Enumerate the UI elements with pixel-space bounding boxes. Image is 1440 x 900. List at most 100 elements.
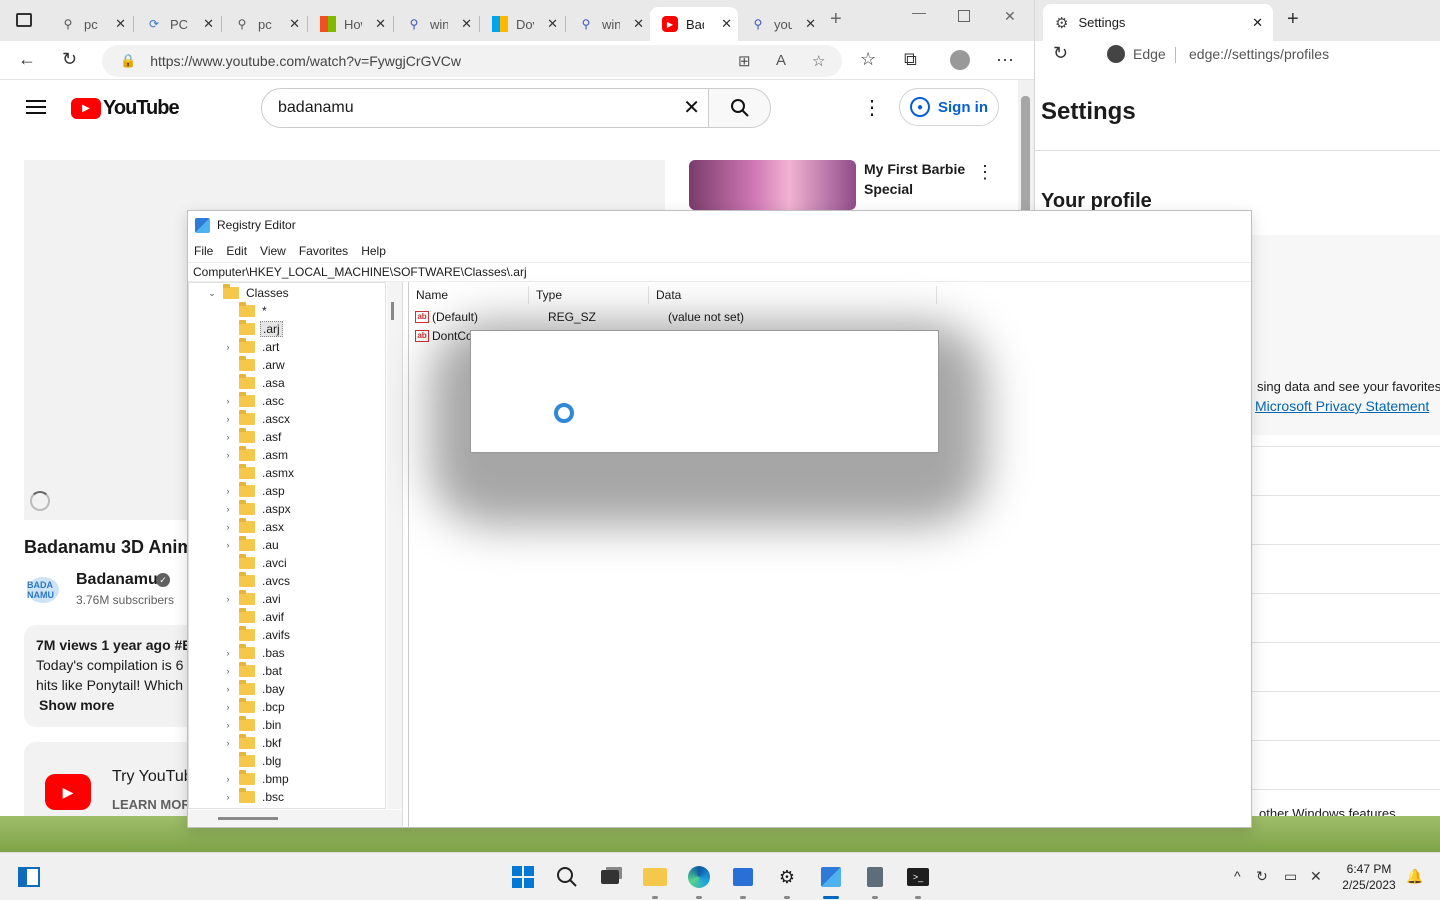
tab-7[interactable]: ⚲ win ✕ (566, 7, 650, 41)
tree-key-item[interactable]: .arj (223, 320, 283, 338)
favorites-icon[interactable]: ☆ (860, 49, 876, 70)
hamburger-menu-icon[interactable] (26, 100, 46, 114)
new-tab-icon[interactable]: + (830, 8, 842, 31)
channel-name[interactable]: Badanamu (76, 571, 158, 589)
volume-muted-icon[interactable]: ✕ (1310, 868, 1322, 885)
tree-key-item[interactable]: › .bay (223, 680, 287, 698)
network-icon[interactable]: ▭ (1284, 868, 1297, 885)
close-icon[interactable]: ✕ (547, 16, 558, 32)
chevron-right-icon[interactable]: › (223, 540, 233, 550)
menu-view[interactable]: View (260, 244, 286, 258)
tree-key-item[interactable]: › .au (223, 536, 281, 554)
chevron-right-icon[interactable]: › (223, 720, 233, 730)
learn-more-link[interactable]: LEARN MOR (112, 797, 191, 812)
collections-icon[interactable]: ⧉ (904, 49, 917, 70)
tree-key-item[interactable]: › .aspx (223, 500, 293, 518)
close-icon[interactable]: ✕ (721, 16, 732, 32)
tree-key-item[interactable]: › .asp (223, 482, 287, 500)
tab-3[interactable]: ⚲ pc h ✕ (222, 7, 306, 41)
menu-help[interactable]: Help (361, 244, 386, 258)
edge-icon[interactable] (686, 864, 712, 890)
close-icon[interactable]: ✕ (1252, 15, 1263, 31)
search-input[interactable]: badanamu ✕ (261, 88, 709, 128)
privacy-statement-link[interactable]: Microsoft Privacy Statement (1255, 398, 1429, 414)
task-view-icon[interactable] (597, 864, 623, 890)
chevron-right-icon[interactable]: › (223, 342, 233, 352)
tree-key-item[interactable]: › .bmp (223, 770, 291, 788)
refresh-icon[interactable]: ↻ (1053, 43, 1068, 64)
tree-key-item[interactable]: * (223, 302, 269, 320)
chevron-right-icon[interactable]: › (223, 738, 233, 748)
notifications-icon[interactable]: 🔔 (1406, 868, 1423, 885)
tree-scrollbar[interactable] (387, 282, 402, 809)
search-button[interactable] (708, 88, 771, 128)
close-icon[interactable]: ✕ (375, 16, 386, 32)
search-icon[interactable] (554, 864, 580, 890)
column-name[interactable]: Name (409, 286, 529, 304)
chevron-right-icon[interactable]: › (223, 504, 233, 514)
tree-key-item[interactable]: .asmx (223, 464, 296, 482)
calculator-icon[interactable] (862, 864, 888, 890)
tree-key-item[interactable]: › .ascx (223, 410, 292, 428)
close-icon[interactable]: ✕ (289, 16, 300, 32)
tree-key-item[interactable]: .arw (223, 356, 287, 374)
tab-1[interactable]: ⚲ pc h ✕ (48, 7, 132, 41)
chevron-right-icon[interactable]: › (223, 396, 233, 406)
chevron-right-icon[interactable]: › (223, 774, 233, 784)
tree-key-item[interactable]: › .bcp (223, 698, 287, 716)
registry-editor-icon[interactable] (818, 864, 844, 890)
title-bar[interactable]: Registry Editor (188, 211, 1251, 239)
tree-key-item[interactable]: › .bas (223, 644, 287, 662)
close-icon[interactable]: ✕ (115, 16, 126, 32)
chevron-right-icon[interactable]: › (223, 702, 233, 712)
column-data[interactable]: Data (649, 286, 937, 304)
tree-key-item[interactable]: › .bkf (223, 734, 283, 752)
tree-key-item[interactable]: › .bin (223, 716, 283, 734)
tree-horizontal-scrollbar[interactable] (188, 810, 402, 827)
minimize-icon[interactable]: — (912, 4, 926, 20)
profile-avatar[interactable] (950, 50, 970, 70)
tab-4[interactable]: How ✕ (308, 7, 392, 41)
tab-2[interactable]: ⟳ PC H ✕ (134, 7, 220, 41)
channel-avatar[interactable]: BADA NAMU (27, 577, 59, 603)
add-favorite-icon[interactable]: ☆ (812, 52, 825, 70)
address-path-field[interactable]: Computer\HKEY_LOCAL_MACHINE\SOFTWARE\Cla… (188, 262, 1251, 282)
chevron-right-icon[interactable]: › (223, 684, 233, 694)
clear-search-icon[interactable]: ✕ (683, 95, 700, 120)
tab-6[interactable]: Dov ✕ (480, 7, 564, 41)
maximize-icon[interactable] (958, 10, 970, 22)
close-icon[interactable]: ✕ (805, 16, 816, 32)
tab-settings[interactable]: ⚙ Settings ✕ (1043, 4, 1273, 41)
back-icon[interactable]: ← (18, 49, 36, 70)
sign-in-button[interactable]: ● Sign in (899, 88, 999, 126)
tree-key-item[interactable]: › .avi (223, 590, 283, 608)
chevron-right-icon[interactable]: › (223, 432, 233, 442)
close-icon[interactable]: ✕ (461, 16, 472, 32)
start-icon[interactable] (510, 864, 536, 890)
widgets-icon[interactable] (16, 864, 42, 890)
close-window-icon[interactable]: ✕ (1004, 8, 1016, 25)
tree-root-classes[interactable]: ⌄ Classes (207, 284, 291, 302)
tree-key-item[interactable]: .asa (223, 374, 287, 392)
chevron-right-icon[interactable]: › (223, 792, 233, 802)
close-icon[interactable]: ✕ (633, 16, 644, 32)
update-icon[interactable]: ↻ (1256, 868, 1268, 885)
menu-favorites[interactable]: Favorites (299, 244, 348, 258)
chevron-right-icon[interactable]: › (223, 594, 233, 604)
new-tab-icon[interactable]: + (1287, 8, 1299, 31)
chevron-right-icon[interactable]: › (223, 450, 233, 460)
more-menu-icon[interactable]: ··· (996, 49, 1014, 70)
tree-key-item[interactable]: .avci (223, 554, 289, 572)
tree-key-item[interactable]: › .art (223, 338, 281, 356)
tab-actions-icon[interactable] (16, 13, 32, 27)
app-available-icon[interactable]: ⊞ (738, 52, 751, 70)
settings-url-field[interactable]: edge://settings/profiles (1189, 46, 1329, 62)
tab-9[interactable]: ⚲ you ✕ (738, 7, 822, 41)
recommended-title[interactable]: My First Barbie Special (864, 159, 974, 199)
recommended-thumbnail[interactable] (689, 160, 856, 210)
tree-key-item[interactable]: .blg (223, 752, 283, 770)
tree-key-item[interactable]: .avifs (223, 626, 292, 644)
menu-edit[interactable]: Edit (226, 244, 247, 258)
tree-key-item[interactable]: .avcs (223, 572, 292, 590)
recommended-menu-icon[interactable]: ⋮ (976, 162, 994, 183)
